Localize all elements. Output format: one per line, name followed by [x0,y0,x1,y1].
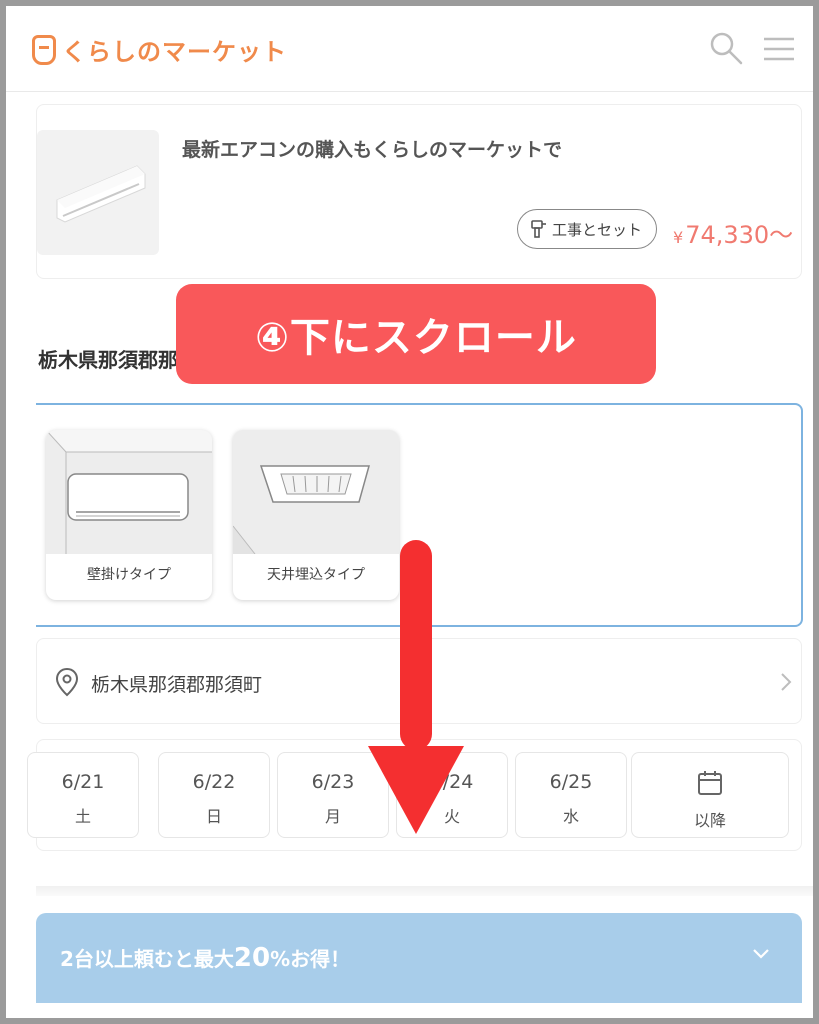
multi-unit-discount-banner[interactable]: 2台以上頼むと最大20%お得！ [36,913,802,1003]
chevron-right-icon [781,673,792,691]
site-header: くらしのマーケット [6,6,813,92]
scroll-instruction-label: ④下にスクロール [176,284,656,384]
product-title: 最新エアコンの購入もくらしのマーケットで [182,139,563,161]
air-conditioner-image [37,130,159,255]
product-card[interactable]: 最新エアコンの購入もくらしのマーケットで 工事とセット ¥74,330～ [36,104,802,279]
down-arrow-icon [368,540,464,834]
wall-mounted-illustration [46,430,212,554]
installation-set-badge: 工事とセット [517,209,658,249]
date-day: 6/25 [549,771,593,793]
type-label-wall: 壁掛けタイプ [87,567,171,583]
logo-text: くらしのマーケット [62,38,287,66]
chevron-down-icon [753,949,769,959]
product-price: ¥74,330～ [673,215,793,250]
wrench-icon [531,220,546,238]
search-icon[interactable] [708,30,744,66]
site-logo[interactable]: くらしのマーケット [32,32,287,67]
price-currency: ¥ [673,228,684,247]
date-later-option[interactable]: 以降 [631,752,789,838]
discount-prefix: 2台以上頼むと最大 [60,947,234,971]
date-option[interactable]: 6/21 土 [27,752,139,838]
set-badge-label: 工事とセット [552,220,643,239]
date-option[interactable]: 6/25 水 [515,752,627,838]
region-title: 栃木県那須郡那 [38,348,178,372]
price-value: 74,330～ [685,221,794,249]
screenshot-frame: くらしのマーケット 最新エアコンの購入もくらしのマーケットで 工事とセット ¥7… [0,0,819,1024]
date-weekday: 日 [205,807,222,826]
date-weekday: 土 [74,807,91,826]
menu-icon[interactable] [763,36,795,62]
discount-suffix: %お得！ [270,947,351,971]
date-day: 6/22 [192,771,236,793]
logo-mark-icon [32,34,56,65]
date-day: 6/21 [61,771,105,793]
discount-text: 2台以上頼むと最大20%お得！ [60,943,350,973]
section-divider [36,886,813,896]
date-weekday: 水 [562,807,579,826]
calendar-icon [698,771,722,795]
location-pin-icon [55,667,79,697]
date-option[interactable]: 6/22 日 [158,752,270,838]
date-later-label: 以降 [693,811,726,830]
location-text: 栃木県那須郡那須町 [91,674,263,696]
type-card-wall-mounted[interactable]: 壁掛けタイプ [46,430,212,600]
discount-number: 20 [233,943,271,973]
